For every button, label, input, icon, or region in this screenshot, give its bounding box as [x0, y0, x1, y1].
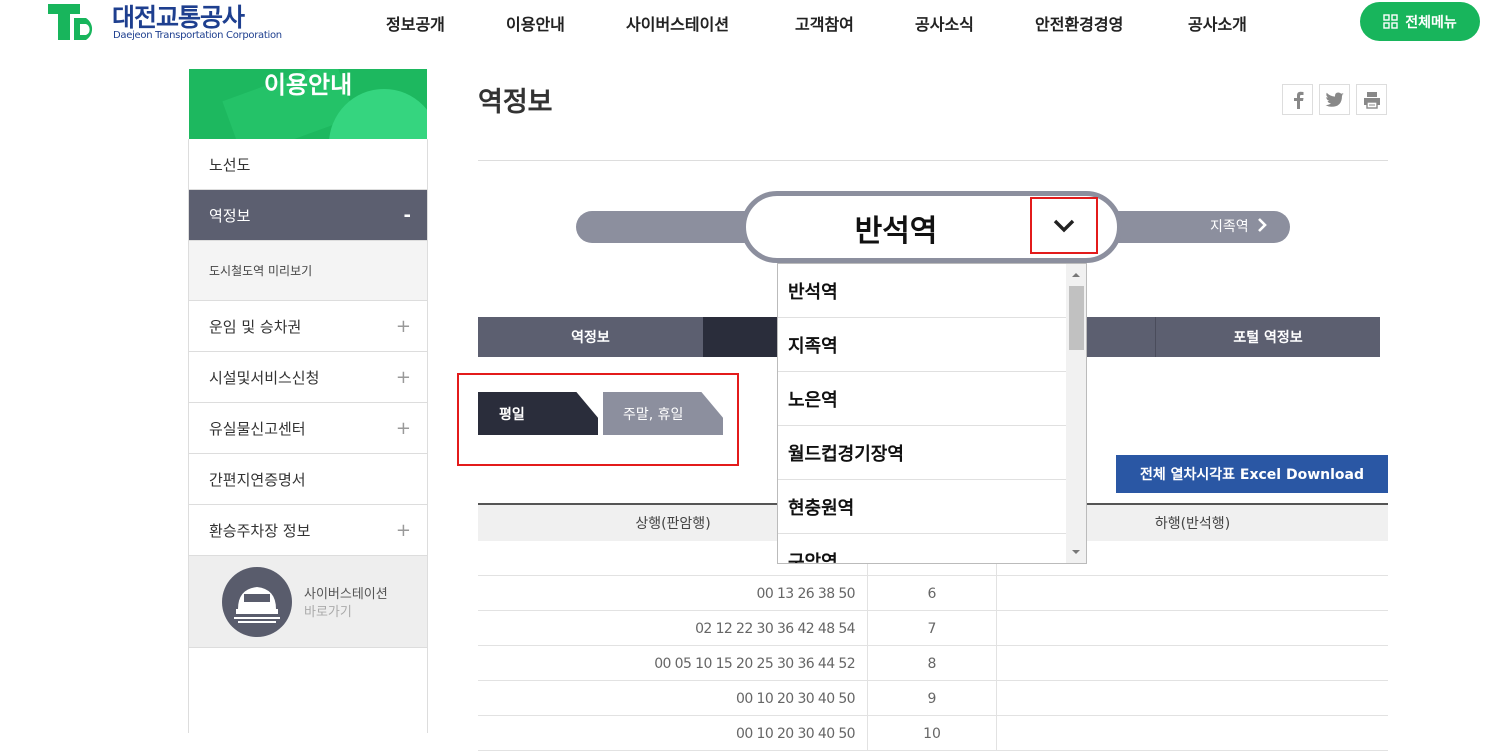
tab-label: 포털 역정보 — [1233, 330, 1303, 346]
nav-item-about[interactable]: 공사소개 — [1188, 11, 1247, 35]
table-cell-hour: 9 — [868, 681, 997, 716]
cyber-station-sublabel: 바로가기 — [304, 605, 352, 620]
dropdown-scrollbar[interactable] — [1066, 264, 1086, 563]
nav-item-news[interactable]: 공사소식 — [915, 11, 974, 35]
dropdown-option[interactable]: 현충원역 — [778, 480, 1066, 534]
print-icon — [1363, 91, 1380, 109]
expand-icon: + — [395, 519, 411, 541]
sidebar-hero: 이용안내 — [189, 69, 427, 139]
dropdown-option[interactable]: 월드컵경기장역 — [778, 426, 1066, 480]
table-cell-up: 00 05 10 15 20 25 30 36 44 52 — [478, 646, 868, 681]
next-station-link[interactable]: 지족역 — [1210, 216, 1267, 236]
sidebar-menu: 노선도 역정보 - 도시철도역 미리보기 운임 및 승차권 + 시설및서비스신청… — [188, 139, 428, 733]
table-cell-hour: 8 — [868, 646, 997, 681]
excel-download-button[interactable]: 전체 열차시각표 Excel Download — [1116, 455, 1388, 493]
site-header: 대전교통공사 Daejeon Transportation Corporatio… — [0, 0, 1488, 50]
sidebar-item-delay-certificate[interactable]: 간편지연증명서 — [189, 454, 427, 505]
logo-subtitle: Daejeon Transportation Corporation — [113, 30, 282, 41]
nav-item-usage-guide[interactable]: 이용안내 — [506, 11, 565, 35]
facebook-icon — [1293, 91, 1303, 109]
station-dropdown-toggle[interactable] — [1030, 197, 1098, 254]
weekday-button[interactable]: 평일 — [478, 392, 598, 435]
sidebar-item-label: 시설및서비스신청 — [209, 368, 320, 387]
twitter-share-button[interactable] — [1319, 84, 1350, 115]
table-row: 00 10 20 30 40 50 9 — [478, 681, 1388, 716]
next-station-label: 지족역 — [1210, 219, 1249, 235]
scroll-up-icon[interactable] — [1066, 269, 1086, 281]
all-menu-label: 전체메뉴 — [1405, 14, 1457, 31]
weekend-holiday-button[interactable]: 주말, 휴일 — [603, 392, 723, 435]
sidebar-item-label: 환승주차장 정보 — [209, 521, 311, 540]
sidebar-item-label: 역정보 — [209, 206, 251, 225]
tab-station-info[interactable]: 역정보 — [478, 317, 703, 357]
logo-icon[interactable] — [46, 2, 102, 42]
sidebar-title: 이용안내 — [263, 71, 353, 99]
nav-item-info-disclosure[interactable]: 정보공개 — [386, 11, 445, 35]
sidebar-item-route-map[interactable]: 노선도 — [189, 139, 427, 190]
dropdown-option[interactable]: 반석역 — [778, 264, 1066, 318]
scrollbar-thumb[interactable] — [1069, 286, 1084, 350]
sidebar-item-parking[interactable]: 환승주차장 정보 + — [189, 505, 427, 556]
current-station-name: 반석역 — [854, 214, 938, 249]
table-row: 00 10 20 30 40 50 10 — [478, 716, 1388, 751]
nav-item-cyber-station[interactable]: 사이버스테이션 — [626, 11, 729, 35]
collapse-icon: - — [403, 204, 411, 226]
title-divider — [478, 160, 1388, 161]
sidebar-item-label: 운임 및 승차권 — [209, 317, 302, 336]
sidebar-item-label: 간편지연증명서 — [209, 470, 306, 489]
chevron-down-icon — [1053, 219, 1075, 232]
expand-icon: + — [395, 417, 411, 439]
table-row: 02 12 22 30 36 42 48 54 7 — [478, 611, 1388, 646]
expand-icon: + — [395, 366, 411, 388]
table-cell-up: 02 12 22 30 36 42 48 54 — [478, 611, 868, 646]
dropdown-option[interactable]: 노은역 — [778, 372, 1066, 426]
train-icon — [234, 587, 280, 623]
sidebar-item-label: 유실물신고센터 — [209, 419, 306, 438]
sidebar-item-facility-service[interactable]: 시설및서비스신청 + — [189, 352, 427, 403]
page-title: 역정보 — [478, 87, 553, 118]
scroll-down-icon[interactable] — [1066, 546, 1086, 558]
sidebar-item-label: 노선도 — [209, 155, 251, 174]
sidebar-subitem-station-preview[interactable]: 도시철도역 미리보기 — [189, 241, 427, 301]
grid-icon — [1383, 14, 1398, 29]
table-cell-hour: 10 — [868, 716, 997, 751]
dropdown-option[interactable]: 지족역 — [778, 318, 1066, 372]
cyber-station-link[interactable]: 사이버스테이션 바로가기 — [189, 556, 427, 648]
station-dropdown-list[interactable]: 반석역 지족역 노은역 월드컵경기장역 현충원역 구암역 — [777, 263, 1087, 564]
facebook-share-button[interactable] — [1282, 84, 1313, 115]
logo-title[interactable]: 대전교통공사 — [112, 0, 245, 34]
twitter-icon — [1325, 92, 1344, 107]
table-row: 00 13 26 38 50 6 — [478, 576, 1388, 611]
print-button[interactable] — [1356, 84, 1387, 115]
sidebar-item-fare[interactable]: 운임 및 승차권 + — [189, 301, 427, 352]
table-row: 00 05 10 15 20 25 30 36 44 52 8 — [478, 646, 1388, 681]
nav-item-customer[interactable]: 고객참여 — [795, 11, 854, 35]
dropdown-option[interactable]: 구암역 — [778, 534, 1066, 564]
all-menu-button[interactable]: 전체메뉴 — [1360, 2, 1480, 41]
table-cell-up: 00 10 20 30 40 50 — [478, 716, 868, 751]
nav-item-safety[interactable]: 안전환경경영 — [1035, 11, 1123, 35]
table-cell-up: 00 10 20 30 40 50 — [478, 681, 868, 716]
train-icon-circle — [222, 567, 292, 637]
chevron-right-icon — [1258, 218, 1267, 232]
tab-label: 역정보 — [571, 330, 610, 346]
expand-icon: + — [395, 315, 411, 337]
cyber-station-label: 사이버스테이션 — [304, 587, 388, 602]
table-cell-hour: 6 — [868, 576, 997, 611]
tab-portal-station-info[interactable]: 포털 역정보 — [1155, 317, 1380, 357]
sidebar-item-lost-found[interactable]: 유실물신고센터 + — [189, 403, 427, 454]
table-cell-hour: 7 — [868, 611, 997, 646]
table-cell-up: 00 13 26 38 50 — [478, 576, 868, 611]
sidebar-item-station-info[interactable]: 역정보 - — [189, 190, 427, 241]
sidebar-item-label: 도시철도역 미리보기 — [209, 264, 313, 278]
